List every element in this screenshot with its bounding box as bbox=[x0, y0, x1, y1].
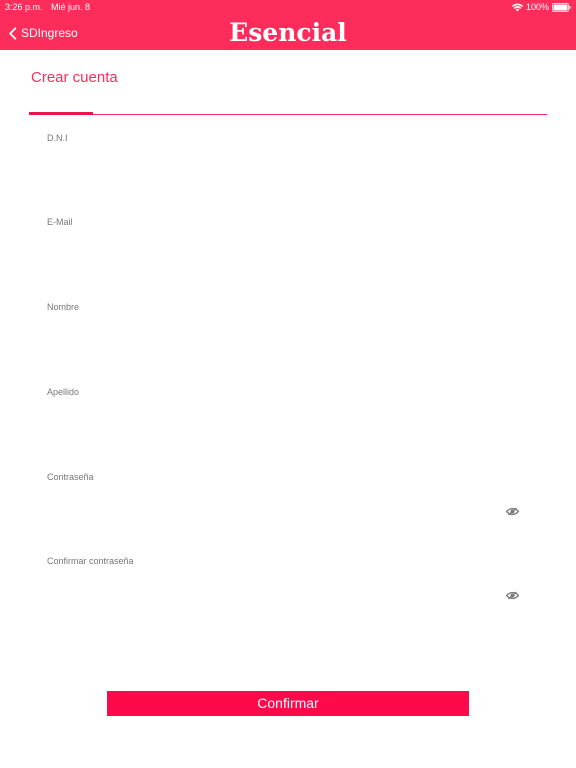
status-left: 3:26 p.m. Mié jun. 8 bbox=[5, 0, 90, 14]
eye-slash-icon[interactable] bbox=[506, 507, 519, 516]
nombre-field: Nombre bbox=[47, 302, 527, 372]
nombre-label: Nombre bbox=[47, 302, 80, 312]
nav-bar: 3:26 p.m. Mié jun. 8 100% SDIngreso Esen… bbox=[0, 0, 576, 50]
password-input[interactable] bbox=[47, 498, 497, 524]
apellido-input[interactable] bbox=[47, 413, 527, 439]
status-time: 3:26 p.m. bbox=[5, 2, 43, 12]
status-bar: 3:26 p.m. Mié jun. 8 100% bbox=[0, 0, 576, 14]
apellido-field: Apellido bbox=[47, 387, 527, 457]
battery-icon bbox=[552, 2, 571, 12]
status-right: 100% bbox=[511, 0, 571, 14]
battery-percent: 100% bbox=[525, 2, 549, 12]
wifi-icon bbox=[511, 3, 523, 11]
tab-indicator bbox=[29, 112, 93, 115]
email-field: E-Mail bbox=[47, 217, 527, 287]
confirm-password-label: Confirmar contraseña bbox=[47, 556, 134, 566]
email-label: E-Mail bbox=[47, 217, 73, 227]
dni-label: D.N.I bbox=[47, 133, 68, 143]
email-input[interactable] bbox=[47, 243, 527, 269]
dni-input[interactable] bbox=[47, 159, 527, 185]
nav-title: Esencial bbox=[229, 18, 347, 47]
dni-field: D.N.I bbox=[47, 133, 527, 203]
status-date: Mié jun. 8 bbox=[51, 2, 91, 12]
eye-slash-icon[interactable] bbox=[506, 591, 519, 600]
tab-divider bbox=[29, 114, 547, 115]
page-title: Crear cuenta bbox=[31, 69, 118, 86]
password-label: Contraseña bbox=[47, 472, 94, 482]
nombre-input[interactable] bbox=[47, 328, 527, 354]
confirm-button[interactable]: Confirmar bbox=[107, 691, 469, 716]
confirm-password-field: Confirmar contraseña bbox=[47, 556, 527, 626]
password-field: Contraseña bbox=[47, 472, 527, 542]
confirm-password-input[interactable] bbox=[47, 582, 497, 608]
apellido-label: Apellido bbox=[47, 387, 80, 397]
